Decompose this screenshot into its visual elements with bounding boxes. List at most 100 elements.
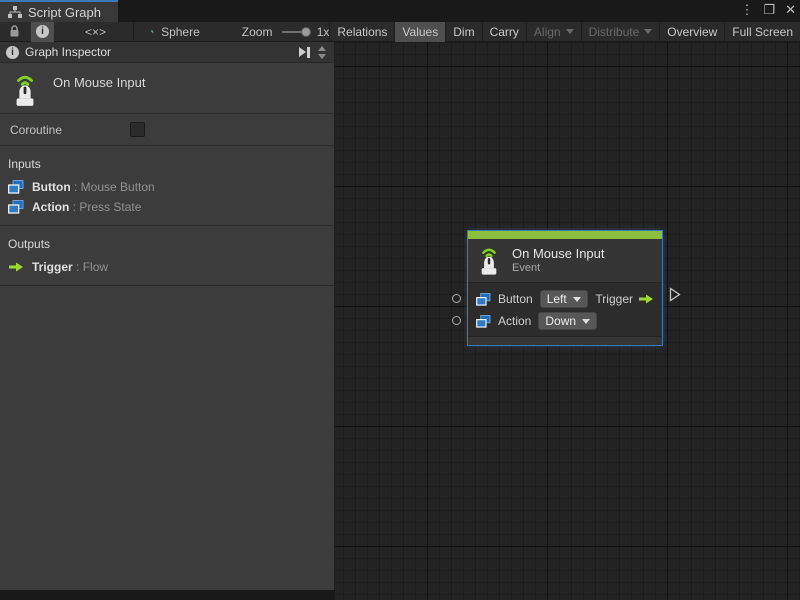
unit-title: On Mouse Input [53,71,146,90]
chevron-down-icon [582,319,590,324]
port-name: Button [32,180,71,194]
graph-inspector-header: i Graph Inspector [0,42,334,63]
on-mouse-input-node[interactable]: On Mouse Input Event Button Left [468,231,662,345]
carry-button[interactable]: Carry [483,22,527,42]
value-port-icon [476,315,491,328]
trigger-output: Trigger [595,292,654,306]
port-name: Trigger [32,260,73,274]
trigger-label: Trigger [595,292,633,306]
dock-bar [307,47,310,58]
unit-header: On Mouse Input [0,63,334,113]
graph-inspector-panel: i Graph Inspector [0,42,335,590]
lock-icon [9,25,20,38]
outputs-header: Outputs [0,233,334,257]
more-icon[interactable]: ⋮ [740,2,753,18]
align-label: Align [534,25,561,39]
maximize-icon[interactable]: ❐ [763,2,775,18]
overview-label: Overview [667,25,717,39]
row-label: Button [498,292,533,306]
button-dropdown[interactable]: Left [540,290,588,308]
chevron-down-icon [644,29,652,34]
flow-output-port[interactable] [669,287,681,305]
tab-script-graph[interactable]: Script Graph [0,0,118,22]
flow-arrow-icon[interactable] [638,293,654,305]
port-row: Button : Mouse Button [0,177,334,197]
graph-pointer-icon [151,25,155,39]
input-port-circle[interactable] [452,316,461,325]
zoom-label: Zoom [242,25,273,39]
action-dropdown[interactable]: Down [538,312,597,330]
node-body: Button Left Trigger [468,282,662,336]
window-tab-bar: Script Graph ⋮ ❐ ✕ [0,0,800,22]
inputs-section: Inputs Button : Mouse Button Action : Pr… [0,146,334,225]
port-type: Flow [83,260,108,274]
port-text: Trigger : Flow [32,260,108,274]
node-titles: On Mouse Input Event [512,246,605,275]
coroutine-label: Coroutine [10,123,130,137]
port-type: Press State [79,200,141,214]
zoom-value: 1x [317,25,330,39]
graph-icon [8,6,22,19]
dock-panel-icon[interactable] [299,47,310,58]
code-view-button[interactable]: <×> [80,22,111,42]
coroutine-row: Coroutine [0,114,334,145]
toolbar-toggle-group: Relations Values Dim Carry Align Distrib… [329,22,800,42]
dropdown-value: Down [545,314,576,328]
port-separator: : [69,200,79,214]
carry-label: Carry [490,25,519,39]
value-port-icon [476,293,491,306]
input-port-circle[interactable] [452,294,461,303]
dim-label: Dim [453,25,474,39]
panel-bottom-gap [0,590,335,600]
inspector-title: Graph Inspector [25,45,111,59]
flow-arrow-icon [8,261,24,273]
inspector-toggle-button[interactable]: i [31,22,54,42]
values-label: Values [402,25,438,39]
overview-button[interactable]: Overview [660,22,725,42]
dim-button[interactable]: Dim [446,22,482,42]
full-screen-button[interactable]: Full Screen [725,22,800,42]
align-button[interactable]: Align [527,22,582,42]
graph-canvas[interactable]: On Mouse Input Event Button Left [335,42,800,600]
scroll-down-icon [318,54,326,59]
value-port-icon [8,180,24,194]
port-separator: : [73,260,83,274]
port-row: Trigger : Flow [0,257,334,277]
zoom-slider[interactable] [282,31,306,33]
info-icon: i [6,46,19,59]
close-icon[interactable]: ✕ [785,2,796,18]
node-row-button: Button Left Trigger [468,288,662,310]
window-controls: ⋮ ❐ ✕ [740,0,796,20]
node-subtitle: Event [512,262,605,275]
graph-owner-label: Sphere [161,25,200,39]
node-header: On Mouse Input Event [468,239,662,282]
port-row: Action : Press State [0,197,334,217]
lock-button[interactable] [4,22,25,42]
values-button[interactable]: Values [395,22,446,42]
row-label: Action [498,314,531,328]
node-row-action: Action Down [468,310,662,332]
tab-label: Script Graph [28,5,101,20]
code-icon: <×> [85,25,106,39]
graph-toolbar: i <×> Sphere Zoom 1x Relations Values Di… [0,22,800,42]
inspector-empty-area [0,286,334,590]
port-type: Mouse Button [81,180,155,194]
panel-stepper[interactable] [316,46,328,59]
port-text: Button : Mouse Button [32,180,155,194]
distribute-label: Distribute [589,25,640,39]
port-text: Action : Press State [32,200,141,214]
value-port-icon [8,200,24,214]
coroutine-checkbox[interactable] [130,122,145,137]
distribute-button[interactable]: Distribute [582,22,661,42]
dropdown-value: Left [547,292,567,306]
relations-button[interactable]: Relations [330,22,395,42]
zoom-slider-handle[interactable] [301,27,311,37]
left-column: i Graph Inspector [0,42,335,600]
node-footer [468,336,662,345]
scroll-up-icon [318,46,326,51]
inputs-header: Inputs [0,153,334,177]
node-title: On Mouse Input [512,246,605,262]
event-color-bar [468,231,662,239]
dock-triangle [299,47,306,57]
chevron-down-icon [573,297,581,302]
